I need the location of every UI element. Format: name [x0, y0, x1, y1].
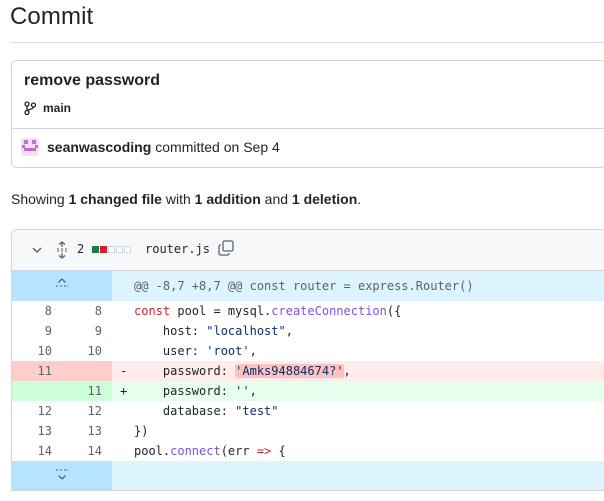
copy-icon[interactable] [218, 240, 234, 256]
diffstat-bar [92, 246, 131, 253]
hunk-header: @@ -8,7 +8,7 @@ const router = express.R… [12, 271, 604, 301]
code-text: password: 'Amks94884674?', [134, 364, 351, 378]
page-title: Commit [10, 3, 94, 30]
diff-line: 14 14 pool.connect(err => { [12, 441, 604, 461]
file-header: 2 router.js [12, 230, 604, 271]
changed-files-count[interactable]: 1 changed file [69, 191, 162, 207]
diff-summary: Showing 1 changed file with 1 addition a… [11, 191, 362, 207]
commit-card: remove password main seanwascoding commi… [11, 60, 604, 168]
diff-line-added: 11 + password: '', [12, 381, 604, 401]
diff-line: 99 host: "localhost", [12, 321, 604, 341]
old-line-number[interactable]: 10 [12, 341, 52, 361]
avatar[interactable] [21, 138, 39, 156]
author-row: seanwascoding committed on Sep 4 [21, 138, 280, 156]
old-line-number[interactable]: 13 [12, 421, 52, 441]
deletions-count: 1 deletion [291, 191, 358, 207]
old-line-number[interactable]: 11 [12, 361, 52, 381]
unfold-icon[interactable] [56, 241, 68, 259]
expand-down-icon[interactable] [55, 467, 69, 483]
new-line-number[interactable]: 14 [62, 441, 102, 461]
diffstat-del-block [100, 246, 107, 253]
commit-message: remove password [24, 72, 161, 89]
code-text: const pool = mysql.createConnection({ [134, 304, 402, 318]
diff-line: 8 8 const pool = mysql.createConnection({ [12, 301, 604, 321]
old-line-number[interactable]: 9 [12, 321, 52, 341]
old-line-number[interactable]: 8 [12, 301, 52, 321]
git-branch-icon [24, 101, 36, 115]
diff-line: 10 10 user: 'root', [12, 341, 604, 361]
branch-link[interactable]: main [24, 101, 71, 115]
diffstat-neutral-block [108, 246, 115, 253]
diff-sign: - [120, 364, 128, 378]
new-line-number[interactable]: 13 [62, 421, 102, 441]
new-line-number[interactable]: 8 [62, 301, 102, 321]
diffstat-add-block [92, 246, 99, 253]
diff-line: 13 13}) [12, 421, 604, 441]
diffstat-neutral-block [116, 246, 123, 253]
old-line-number[interactable]: 14 [12, 441, 52, 461]
additions-count: 1 addition [194, 191, 261, 207]
hunk-header-text: @@ -8,7 +8,7 @@ const router = express.R… [134, 279, 474, 293]
chevron-down-icon[interactable] [30, 243, 44, 257]
code-text: }) [134, 424, 149, 438]
author-link[interactable]: seanwascoding [47, 139, 151, 155]
code-text: host: "localhost", [134, 324, 293, 338]
code-text: password: '', [134, 384, 257, 398]
code-text: user: 'root', [134, 344, 257, 358]
divider [12, 128, 604, 129]
divider [10, 42, 604, 43]
new-line-number[interactable]: 10 [62, 341, 102, 361]
new-line-number[interactable]: 9 [62, 321, 102, 341]
change-count: 2 [77, 242, 85, 256]
diffstat-neutral-block [124, 246, 131, 253]
expand-down-row [12, 461, 604, 490]
new-line-number[interactable]: 12 [62, 401, 102, 421]
branch-name: main [43, 101, 72, 115]
diff-sign: + [120, 384, 128, 398]
diff-line: 12 12 database: "test" [12, 401, 604, 421]
diff-line-deleted: 11 - password: 'Amks94884674?', [12, 361, 604, 381]
file-diff: 2 router.js @@ -8,7 +8,7 @@ const router… [11, 229, 604, 491]
commit-date: committed on Sep 4 [155, 139, 280, 155]
code-text: database: "test" [134, 404, 279, 418]
new-line-number[interactable]: 11 [62, 381, 102, 401]
code-text: pool.connect(err => { [134, 444, 286, 458]
expand-up-icon[interactable] [55, 277, 69, 293]
diff-table: @@ -8,7 +8,7 @@ const router = express.R… [12, 271, 604, 490]
old-line-number[interactable]: 12 [12, 401, 52, 421]
file-name-link[interactable]: router.js [145, 242, 210, 256]
